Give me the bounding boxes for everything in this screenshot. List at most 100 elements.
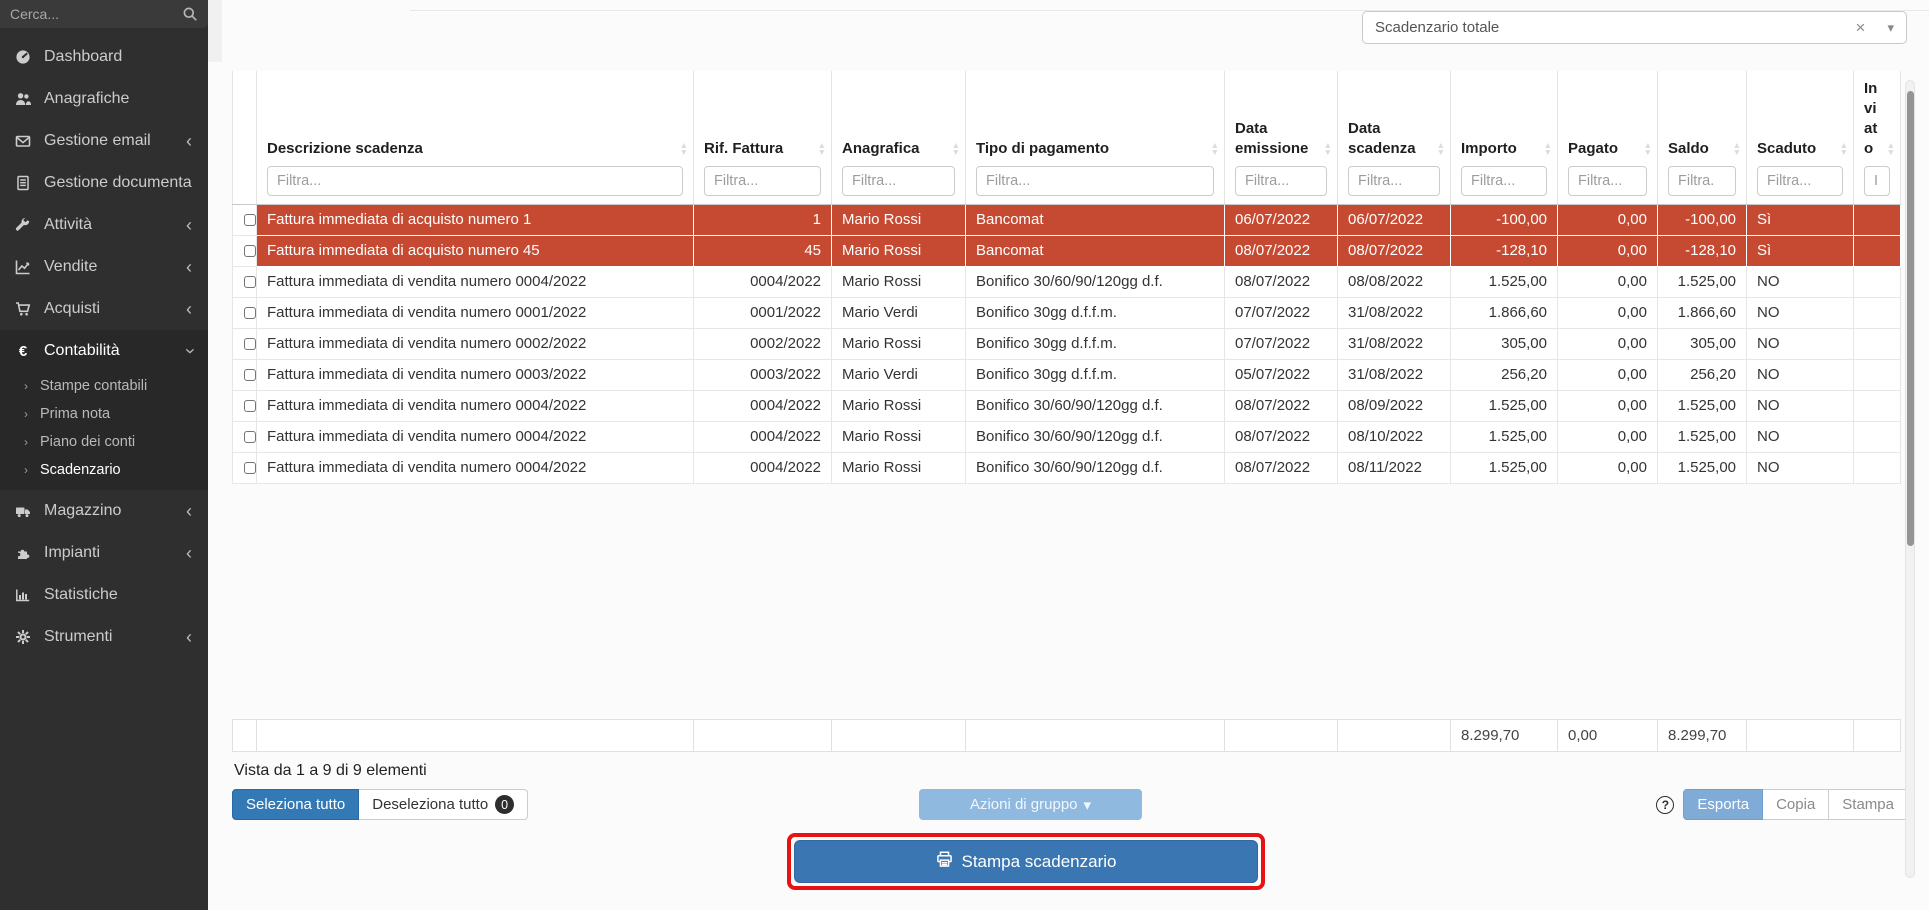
column-header[interactable]: Importo ▲▼	[1451, 71, 1558, 205]
table-row[interactable]: Fattura immediata di acquisto numero 1 1…	[233, 205, 1901, 236]
column-header[interactable]: Data scadenza ▲▼	[1338, 71, 1451, 205]
row-checkbox[interactable]	[244, 369, 256, 381]
row-checkbox[interactable]	[244, 276, 256, 288]
vertical-scrollbar[interactable]	[1905, 80, 1915, 878]
sidebar-item-contabilita[interactable]: € Contabilità ‹	[0, 330, 208, 372]
view-select[interactable]: Scadenzario totale × ▾	[1362, 11, 1907, 44]
gear-icon	[14, 629, 32, 645]
search-icon[interactable]	[182, 6, 198, 22]
cell-rif-fattura: 0002/2022	[694, 329, 832, 360]
column-header[interactable]: Scaduto ▲▼	[1747, 71, 1854, 205]
row-checkbox[interactable]	[244, 462, 256, 474]
group-actions-button[interactable]: Azioni di gruppo ▾	[919, 789, 1142, 820]
sidebar-item-impianti[interactable]: Impianti ‹	[0, 532, 208, 574]
sidebar-item-gestione-documentale[interactable]: Gestione documentale	[0, 162, 208, 204]
table-row[interactable]: Fattura immediata di acquisto numero 45 …	[233, 236, 1901, 267]
column-filter-input[interactable]	[1864, 166, 1890, 196]
column-header[interactable]: Anagrafica ▲▼	[832, 71, 966, 205]
sidebar-item-dashboard[interactable]: Dashboard	[0, 36, 208, 78]
cell-pagato: 0,00	[1558, 391, 1658, 422]
column-header[interactable]: Saldo ▲▼	[1658, 71, 1747, 205]
table-row[interactable]: Fattura immediata di vendita numero 0004…	[233, 391, 1901, 422]
sidebar-search[interactable]	[0, 0, 208, 28]
column-filter-input[interactable]	[976, 166, 1214, 196]
deselect-all-button[interactable]: Deseleziona tutto 0	[359, 789, 528, 820]
table-row[interactable]: Fattura immediata di vendita numero 0004…	[233, 453, 1901, 484]
sort-icon: ▲▼	[1544, 142, 1552, 156]
chart-line-icon	[14, 259, 32, 275]
table-row[interactable]: Fattura immediata di vendita numero 0003…	[233, 360, 1901, 391]
row-checkbox[interactable]	[244, 307, 256, 319]
column-header[interactable]: Pagato ▲▼	[1558, 71, 1658, 205]
sort-icon: ▲▼	[1324, 142, 1332, 156]
sidebar-item-magazzino[interactable]: Magazzino ‹	[0, 490, 208, 532]
column-title: Saldo	[1668, 139, 1736, 159]
sidebar-subitem-prima-nota[interactable]: › Prima nota	[0, 400, 208, 428]
sidebar-item-strumenti[interactable]: Strumenti ‹	[0, 616, 208, 658]
row-checkbox[interactable]	[244, 214, 256, 226]
column-header[interactable]: Descrizione scadenza ▲▼	[257, 71, 694, 205]
print-schedule-button[interactable]: Stampa scadenzario	[794, 840, 1258, 883]
sidebar-subitem-piano-dei-conti[interactable]: › Piano dei conti	[0, 428, 208, 456]
column-header[interactable]: Tipo di pagamento ▲▼	[966, 71, 1225, 205]
sidebar-item-acquisti[interactable]: Acquisti ‹	[0, 288, 208, 330]
sidebar-subitem-label: Prima nota	[40, 406, 110, 422]
sidebar-subitem-stampe-contabili[interactable]: › Stampe contabili	[0, 372, 208, 400]
column-filter-input[interactable]	[1568, 166, 1647, 196]
cell-rif-fattura: 45	[694, 236, 832, 267]
search-input[interactable]	[10, 6, 182, 22]
selection-buttons: Seleziona tutto Deseleziona tutto 0	[232, 789, 528, 820]
print-button[interactable]: Stampa	[1829, 789, 1908, 820]
cell-data-scadenza: 31/08/2022	[1338, 329, 1451, 360]
sidebar-item-statistiche[interactable]: Statistiche	[0, 574, 208, 616]
cell-anagrafica: Mario Verdi	[832, 360, 966, 391]
sidebar-subitem-scadenzario[interactable]: › Scadenzario	[0, 456, 208, 484]
table-row[interactable]: Fattura immediata di vendita numero 0004…	[233, 267, 1901, 298]
row-checkbox[interactable]	[244, 245, 256, 257]
column-header[interactable]: Data emissione ▲▼	[1225, 71, 1338, 205]
row-checkbox[interactable]	[244, 431, 256, 443]
copy-button[interactable]: Copia	[1763, 789, 1829, 820]
column-header[interactable]: Rif. Fattura ▲▼	[694, 71, 832, 205]
column-filter-input[interactable]	[1235, 166, 1327, 196]
column-filter-input[interactable]	[1461, 166, 1547, 196]
cell-data-emissione: 08/07/2022	[1225, 391, 1338, 422]
sidebar-item-label: Anagrafiche	[44, 90, 192, 108]
scrollbar-thumb[interactable]	[1907, 91, 1914, 546]
cell-pagato: 0,00	[1558, 453, 1658, 484]
help-icon[interactable]: ?	[1656, 796, 1674, 814]
sidebar-item-vendite[interactable]: Vendite ‹	[0, 246, 208, 288]
row-checkbox[interactable]	[244, 400, 256, 412]
cell-tipo-pagamento: Bonifico 30gg d.f.f.m.	[966, 360, 1225, 391]
sidebar-item-anagrafiche[interactable]: Anagrafiche	[0, 78, 208, 120]
column-title: Descrizione scadenza	[267, 139, 683, 159]
cell-saldo: -128,10	[1658, 236, 1747, 267]
highlight-box: Stampa scadenzario	[787, 833, 1265, 890]
column-filter-input[interactable]	[1757, 166, 1843, 196]
row-checkbox[interactable]	[244, 338, 256, 350]
euro-icon: €	[14, 343, 32, 359]
column-filter-input[interactable]	[842, 166, 955, 196]
column-filter-input[interactable]	[704, 166, 821, 196]
column-header[interactable]: Inviato ▲▼	[1854, 71, 1901, 205]
cell-pagato: 0,00	[1558, 298, 1658, 329]
table-row[interactable]: Fattura immediata di vendita numero 0001…	[233, 298, 1901, 329]
column-title: Scaduto	[1757, 139, 1843, 159]
chevron-icon: ‹	[186, 136, 192, 146]
column-filter-input[interactable]	[1348, 166, 1440, 196]
sidebar-item-gestione-email[interactable]: Gestione email ‹	[0, 120, 208, 162]
select-all-button[interactable]: Seleziona tutto	[232, 789, 359, 820]
column-filter-input[interactable]	[1668, 166, 1736, 196]
clear-icon[interactable]: ×	[1856, 18, 1866, 38]
cell-saldo: 1.525,00	[1658, 267, 1747, 298]
table-row[interactable]: Fattura immediata di vendita numero 0004…	[233, 422, 1901, 453]
chevron-down-icon[interactable]: ▾	[1887, 20, 1894, 36]
header-row: Descrizione scadenza ▲▼ Rif. Fattura ▲▼ …	[233, 71, 1901, 205]
table-row[interactable]: Fattura immediata di vendita numero 0002…	[233, 329, 1901, 360]
chevron-icon: ‹	[186, 304, 192, 314]
cell-inviato	[1854, 205, 1901, 236]
sidebar-item-attivita[interactable]: Attività ‹	[0, 204, 208, 246]
view-select-value: Scadenzario totale	[1375, 19, 1856, 36]
column-filter-input[interactable]	[267, 166, 683, 196]
export-button[interactable]: Esporta	[1683, 789, 1763, 820]
